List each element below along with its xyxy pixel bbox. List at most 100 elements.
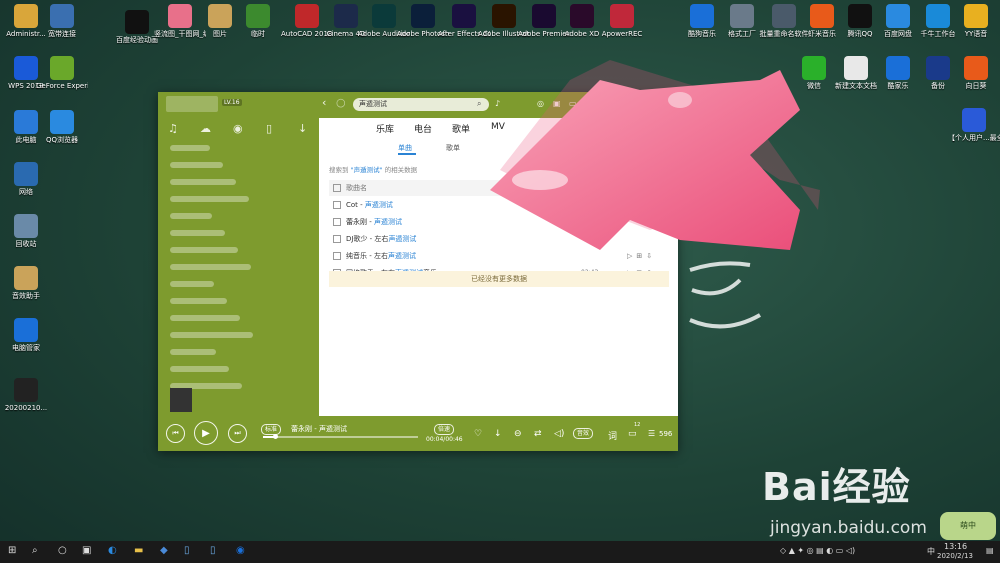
radio-icon[interactable]: ◉	[233, 122, 243, 135]
app-icon[interactable]: ◆	[160, 545, 168, 556]
search-text: 声遁测试	[359, 100, 387, 108]
song-checkbox[interactable]	[333, 201, 341, 209]
file-explorer-icon[interactable]: ▬	[134, 545, 143, 556]
desktop-icon-network[interactable]: 宽带连接	[36, 4, 88, 39]
qianniu-icon	[926, 4, 950, 28]
playlist-item[interactable]	[170, 213, 212, 219]
playlist-icon[interactable]: ☰	[648, 429, 655, 438]
phone-icon[interactable]: ▯	[184, 545, 190, 556]
tray-icons[interactable]: ◇ ▲ ✦ ◎ ▤ ◐ ▭ ◁)	[780, 546, 855, 555]
qq-browser-icon[interactable]: ◐	[108, 545, 117, 556]
song-title: 声遁测试	[387, 252, 416, 260]
playlist-item[interactable]	[170, 332, 253, 338]
playlist-item[interactable]	[170, 247, 238, 253]
subtab-underline	[398, 153, 416, 155]
desktop-icon-nvidia[interactable]: GeForce Experience	[36, 56, 88, 91]
desktop-icon-qq-browser[interactable]: QQ浏览器	[36, 110, 88, 145]
playlist-item[interactable]	[170, 264, 251, 270]
cloud-icon[interactable]: ☁	[200, 122, 211, 135]
yy-icon	[964, 4, 988, 28]
desktop-icon-network[interactable]: 网络	[0, 162, 52, 197]
desktop-icon-word[interactable]: 【个人用户...最全艺方容...	[948, 108, 1000, 143]
cortana-icon[interactable]: ○	[58, 545, 67, 556]
mobile-icon[interactable]: ▯	[210, 545, 216, 556]
kugou-icon[interactable]: ◉	[236, 545, 245, 556]
playlist-item[interactable]	[170, 230, 225, 236]
music-note-icon[interactable]: ♫	[168, 122, 178, 135]
playlist-item[interactable]	[170, 196, 249, 202]
ps-icon	[411, 4, 435, 28]
playlist-item[interactable]	[170, 349, 216, 355]
loop-icon[interactable]: ⇄	[534, 429, 542, 439]
windows-start-icon[interactable]: ⊞	[8, 545, 16, 556]
album-thumbnail[interactable]	[170, 388, 192, 412]
network-icon	[50, 4, 74, 28]
song-checkbox[interactable]	[333, 235, 341, 243]
download-icon[interactable]: ↓	[298, 122, 307, 135]
clock-date[interactable]: 2020/2/13	[937, 552, 973, 560]
playlist-count: 596	[659, 430, 673, 438]
ae-icon	[452, 4, 476, 28]
time-display: 00:04/00:46	[426, 436, 463, 443]
task-view-icon[interactable]: ▣	[82, 545, 91, 556]
desktop-icon-label: 音效助手	[12, 292, 40, 300]
notification-icon[interactable]: ▤	[986, 546, 994, 555]
desktop-icon-sunflower[interactable]: 向日葵	[950, 56, 1000, 91]
record-icon	[610, 4, 634, 28]
playlist-item[interactable]	[170, 162, 223, 168]
phone-icon[interactable]: ▯	[266, 122, 272, 135]
song-checkbox[interactable]	[333, 218, 341, 226]
playlist-item[interactable]	[170, 298, 227, 304]
play-button[interactable]: ▶	[194, 421, 218, 445]
ban-icon[interactable]: ⊖	[514, 429, 522, 439]
desktop-icon-record[interactable]: ApowerREC	[596, 4, 648, 39]
song-checkbox[interactable]	[333, 252, 341, 260]
quality-button[interactable]: 标准	[261, 424, 282, 435]
refresh-icon[interactable]: ○	[336, 96, 346, 109]
avatar[interactable]	[166, 96, 218, 112]
network-icon	[14, 162, 38, 186]
desktop-icon-folder[interactable]: 音效助手	[0, 266, 52, 301]
subtab-playlists[interactable]: 歌单	[446, 143, 460, 153]
xiami-icon	[810, 4, 834, 28]
song-title: 声遁测试	[388, 235, 417, 243]
clock-time[interactable]: 13:16	[944, 542, 967, 551]
kujiale-icon	[886, 56, 910, 80]
back-arrow-icon[interactable]: ‹	[322, 96, 326, 109]
desktop-icon-file[interactable]: 20200210...	[0, 378, 52, 413]
tab-radio[interactable]: 电台	[414, 122, 432, 135]
playlist-item[interactable]	[170, 145, 210, 151]
heart-icon[interactable]: ♡	[474, 429, 482, 439]
effect-button[interactable]: 音效	[573, 428, 594, 439]
playlist-item[interactable]	[170, 281, 214, 287]
lyrics-button[interactable]: 词	[608, 429, 617, 442]
backup-icon	[926, 56, 950, 80]
tab-library[interactable]: 乐库	[376, 122, 394, 135]
playlist-item[interactable]	[170, 366, 229, 372]
desktop-icon-label: 电脑管家	[12, 344, 40, 352]
volume-icon[interactable]: ◁)	[554, 429, 564, 439]
speed-button[interactable]: 倍速	[434, 424, 455, 435]
desktop-icon-tree[interactable]: 临时	[232, 4, 284, 39]
search-icon[interactable]: ⌕	[32, 545, 38, 556]
factory-icon	[730, 4, 754, 28]
playlist-item[interactable]	[170, 315, 240, 321]
progress-bar[interactable]	[263, 434, 418, 439]
previous-button[interactable]: ⏮	[166, 424, 185, 443]
recycle-bin-icon	[14, 214, 38, 238]
select-all-checkbox[interactable]	[333, 184, 341, 192]
next-button[interactable]: ⏭	[228, 424, 247, 443]
subtab-songs[interactable]: 单曲	[398, 143, 412, 153]
ime-indicator[interactable]: 中	[927, 546, 935, 557]
desktop-icon-shield[interactable]: 电脑管家	[0, 318, 52, 353]
now-playing: 蕾永刚 - 声遁测试	[291, 425, 347, 433]
desktop-icon-label: 宽带连接	[48, 30, 76, 38]
comment-icon[interactable]: ▭	[628, 429, 637, 439]
kugou-icon	[690, 4, 714, 28]
download-icon[interactable]: ↓	[494, 429, 502, 439]
playlist-item[interactable]	[170, 179, 236, 185]
folder-user-icon	[14, 4, 38, 28]
desktop-icon-recycle-bin[interactable]: 回收站	[0, 214, 52, 249]
desktop-icon-yy[interactable]: YY语音	[950, 4, 1000, 39]
folder-icon	[208, 4, 232, 28]
